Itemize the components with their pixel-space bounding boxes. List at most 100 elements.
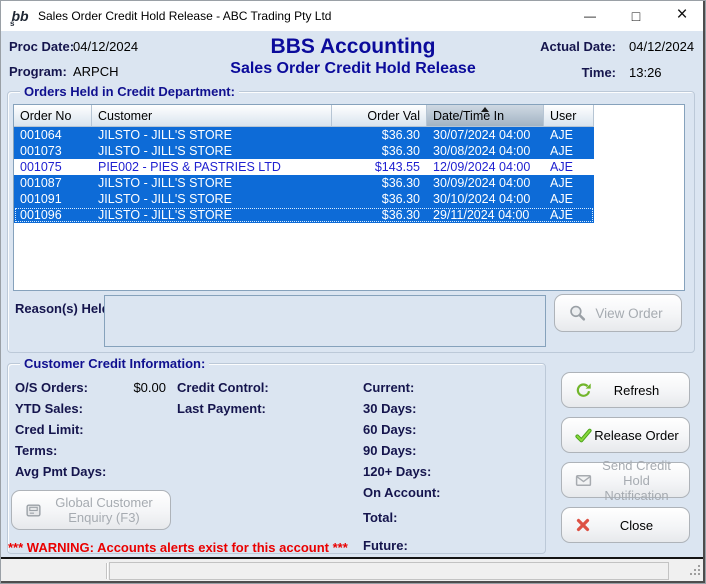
cell-date-time-in: 30/10/2024 04:00: [427, 191, 544, 207]
cell-date-time-in: 12/09/2024 04:00: [427, 159, 544, 175]
cell-order-no: 001091: [14, 191, 92, 207]
resize-grip[interactable]: [688, 563, 701, 581]
global-customer-enquiry-button[interactable]: Global Customer Enquiry (F3): [11, 490, 171, 530]
cell-date-time-in: 30/08/2024 04:00: [427, 143, 544, 159]
resize-grip-icon: [688, 563, 701, 576]
cell-user: AJE: [544, 207, 594, 223]
credit-field-label: Credit Control:: [177, 380, 269, 395]
envelope-icon: [575, 472, 592, 489]
time-label: Time:: [539, 65, 616, 80]
credit-field: 30 Days:: [363, 401, 528, 416]
release-order-button[interactable]: Release Order: [561, 417, 690, 453]
view-order-button[interactable]: View Order: [554, 294, 682, 332]
cell-date-time-in: 30/09/2024 04:00: [427, 175, 544, 191]
credit-field: 60 Days:: [363, 422, 528, 437]
credit-field: Future:: [363, 538, 528, 553]
cell-order-no: 001096: [14, 207, 92, 223]
credit-field-label: Avg Pmt Days:: [15, 464, 106, 479]
credit-field: Credit Control:: [177, 380, 337, 395]
credit-info-group-title: Customer Credit Information:: [20, 356, 209, 371]
status-bar-panel: [109, 562, 669, 580]
minimize-button[interactable]: —: [567, 1, 613, 31]
column-header-order-no[interactable]: Order No: [14, 105, 92, 127]
cell-date-time-in: 29/11/2024 04:00: [427, 207, 544, 223]
credit-field-label: Cred Limit:: [15, 422, 84, 437]
sort-ascending-icon: [481, 107, 489, 112]
column-header-date-time-in[interactable]: Date/Time In: [427, 105, 544, 127]
actual-date-value: 04/12/2024: [629, 39, 699, 54]
window-bottom-edge: [1, 581, 705, 583]
minimize-icon: —: [584, 9, 596, 23]
table-row[interactable]: 001096JILSTO - JILL'S STORE$36.3029/11/2…: [14, 207, 594, 223]
time-value: 13:26: [629, 65, 699, 80]
cell-customer: JILSTO - JILL'S STORE: [92, 175, 332, 191]
credit-field-label: YTD Sales:: [15, 401, 83, 416]
accounts-warning: *** WARNING: Accounts alerts exist for t…: [8, 540, 348, 555]
close-icon: [575, 517, 591, 533]
table-row[interactable]: 001075PIE002 - PIES & PASTRIES LTD$143.5…: [14, 159, 594, 175]
action-button-stack: Refresh Release Order Send Credit Hold Not…: [561, 372, 690, 543]
credit-field: 120+ Days:: [363, 464, 528, 479]
cell-order-no: 001075: [14, 159, 92, 175]
cell-order-val: $36.30: [332, 207, 427, 223]
header-right-info: Actual Date: 04/12/2024 Time: 13:26: [539, 39, 699, 91]
window-controls: — □ ×: [567, 1, 705, 31]
credit-field-label: 120+ Days:: [363, 464, 431, 479]
credit-field: Terms:: [15, 443, 166, 458]
refresh-icon: [575, 382, 592, 399]
refresh-button[interactable]: Refresh: [561, 372, 690, 408]
reason-held-textarea[interactable]: [104, 295, 546, 347]
send-credit-hold-notification-button[interactable]: Send Credit Hold Notification: [561, 462, 690, 498]
status-bar-divider: [106, 563, 107, 579]
credit-field-label: O/S Orders:: [15, 380, 88, 395]
credit-field-label: 30 Days:: [363, 401, 416, 416]
credit-left-column: O/S Orders: $0.00 YTD Sales: Cred Limit: Ter…: [15, 380, 166, 479]
cell-order-val: $143.55: [332, 159, 427, 175]
magnifier-icon: [568, 304, 587, 323]
credit-field: Last Payment:: [177, 401, 337, 416]
cell-order-no: 001073: [14, 143, 92, 159]
table-row[interactable]: 001091JILSTO - JILL'S STORE$36.3030/10/2…: [14, 191, 594, 207]
column-header-customer[interactable]: Customer: [92, 105, 332, 127]
table-row[interactable]: 001064JILSTO - JILL'S STORE$36.3030/07/2…: [14, 127, 594, 143]
cell-user: AJE: [544, 191, 594, 207]
cell-order-val: $36.30: [332, 175, 427, 191]
table-row[interactable]: 001087JILSTO - JILL'S STORE$36.3030/09/2…: [14, 175, 594, 191]
credit-field-value: $0.00: [133, 380, 166, 395]
credit-field: Total:: [363, 510, 528, 525]
credit-field-label: 60 Days:: [363, 422, 416, 437]
credit-field: YTD Sales:: [15, 401, 166, 416]
credit-field: O/S Orders: $0.00: [15, 380, 166, 395]
credit-field-label: 90 Days:: [363, 443, 416, 458]
maximize-icon: □: [632, 8, 640, 24]
orders-group-title: Orders Held in Credit Department:: [20, 84, 239, 99]
credit-field: Current:: [363, 380, 528, 395]
close-icon: ×: [676, 4, 687, 26]
credit-field: Cred Limit:: [15, 422, 166, 437]
credit-field: On Account:: [363, 485, 528, 500]
credit-field-label: Last Payment:: [177, 401, 266, 416]
credit-field-label: Terms:: [15, 443, 57, 458]
credit-field-label: Total:: [363, 510, 397, 525]
app-window: bb s Sales Order Credit Hold Release - A…: [0, 0, 706, 584]
close-button[interactable]: Close: [561, 507, 690, 543]
cell-order-no: 001064: [14, 127, 92, 143]
cell-user: AJE: [544, 143, 594, 159]
cell-date-time-in: 30/07/2024 04:00: [427, 127, 544, 143]
cell-customer: JILSTO - JILL'S STORE: [92, 127, 332, 143]
credit-field-label: Current:: [363, 380, 414, 395]
global-enquiry-icon: [25, 502, 42, 519]
cell-order-val: $36.30: [332, 127, 427, 143]
column-header-order-val[interactable]: Order Val: [332, 105, 427, 127]
column-header-user[interactable]: User: [544, 105, 594, 127]
cell-customer: JILSTO - JILL'S STORE: [92, 191, 332, 207]
cell-user: AJE: [544, 159, 594, 175]
maximize-button[interactable]: □: [613, 1, 659, 31]
credit-field: 90 Days:: [363, 443, 528, 458]
credit-field-label: On Account:: [363, 485, 441, 500]
credit-right-column: Current: 30 Days: 60 Days: 90 Days: 120+ Day…: [363, 380, 528, 553]
orders-table-header: Order No Customer Order Val Date/Time In…: [14, 105, 684, 127]
credit-field-label: Future:: [363, 538, 408, 553]
close-window-button[interactable]: ×: [659, 1, 705, 31]
table-row[interactable]: 001073JILSTO - JILL'S STORE$36.3030/08/2…: [14, 143, 594, 159]
